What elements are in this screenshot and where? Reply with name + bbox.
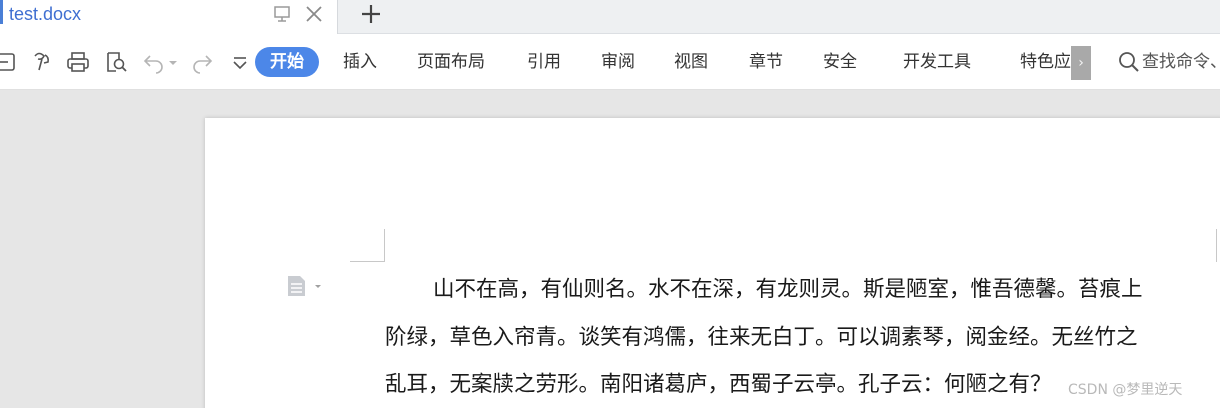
menu-home-tab[interactable]: 开始 [255,47,319,77]
document-line: 山不在高，有仙则名。水不在深，有龙则灵。斯是陋室，惟吾德馨。苔痕上 [433,277,1143,302]
tab-bar: test.docx [0,0,1220,34]
menu-special-features-tab[interactable]: 特色应 [1020,49,1071,75]
close-tab-icon[interactable] [303,3,325,25]
menu-page-layout-tab[interactable]: 页面布局 [417,49,485,75]
new-tab-plus-icon[interactable] [358,1,384,27]
print-preview-icon[interactable] [104,50,128,74]
redo-icon[interactable] [190,50,214,74]
menu-developer-tools-tab[interactable]: 开发工具 [903,49,971,75]
watermark: CSDN @梦里逆天 [1068,382,1183,398]
margin-marker [350,261,385,262]
margin-marker [384,229,385,262]
menu-security-tab[interactable]: 安全 [823,49,857,75]
undo-dropdown-icon[interactable] [166,50,180,74]
paragraph-layout-icon[interactable] [287,275,323,297]
active-tab-indicator [0,0,3,24]
document-line: 阶绿，草色入帘青。谈笑有鸿儒，往来无白丁。可以调素琴，阅金经。无丝竹之 [385,324,1138,350]
menu-scroll-right-button[interactable]: › [1071,46,1091,80]
document-tab[interactable]: test.docx [0,0,338,34]
ribbon-toolbar: 开始 插入 页面布局 引用 审阅 视图 章节 安全 开发工具 特色应 › 查找命… [0,34,1220,90]
menu-review-tab[interactable]: 审阅 [601,49,635,75]
search-icon[interactable] [1117,50,1141,74]
customize-dropdown-icon[interactable] [230,50,250,74]
save-icon[interactable] [0,50,18,74]
undo-icon[interactable] [142,50,166,74]
menu-chapter-tab[interactable]: 章节 [749,49,783,75]
window-pin-icon[interactable] [272,4,292,24]
menu-references-tab[interactable]: 引用 [527,49,561,75]
margin-marker [1216,229,1217,262]
command-search-input[interactable]: 查找命令、 [1142,49,1220,75]
menu-insert-tab[interactable]: 插入 [343,49,377,75]
menu-view-tab[interactable]: 视图 [674,49,708,75]
format-painter-icon[interactable] [30,50,54,74]
print-icon[interactable] [66,50,90,74]
tab-title[interactable]: test.docx [9,4,81,25]
